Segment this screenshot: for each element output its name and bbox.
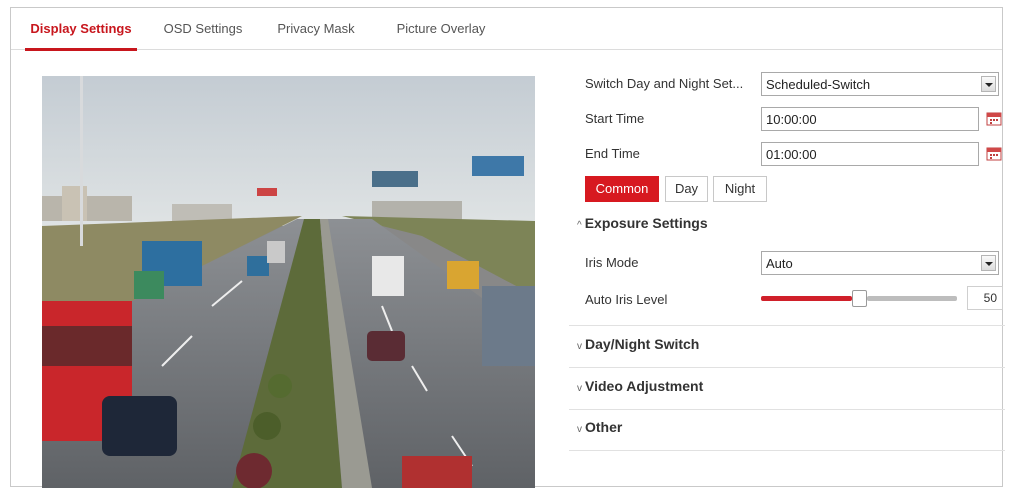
chevron-down-icon: v [577, 424, 582, 435]
start-time-row: Start Time 10:00:00 [585, 107, 1005, 133]
slider-empty-track [867, 296, 957, 301]
switch-day-night-value: Scheduled-Switch [766, 77, 871, 92]
slider-handle[interactable] [852, 290, 867, 307]
calendar-icon[interactable] [986, 110, 1002, 126]
tab-osd-settings[interactable]: OSD Settings [161, 8, 245, 50]
chevron-down-icon [981, 255, 996, 271]
start-time-label: Start Time [585, 111, 645, 126]
other-header[interactable]: v Other [577, 419, 622, 439]
switch-day-night-select[interactable]: Scheduled-Switch [761, 72, 999, 96]
live-video-feed [42, 76, 535, 488]
highway-scene-image [42, 76, 535, 488]
chevron-up-icon: ^ [577, 220, 582, 231]
switch-day-night-label: Switch Day and Night Set... [585, 76, 744, 91]
end-time-value: 01:00:00 [766, 147, 817, 162]
iris-mode-value: Auto [766, 256, 793, 271]
slider-filled-track [761, 296, 852, 301]
exposure-settings-header[interactable]: ^ Exposure Settings [577, 215, 708, 235]
video-adjustment-header[interactable]: v Video Adjustment [577, 378, 703, 398]
start-time-value: 10:00:00 [766, 112, 817, 127]
tab-picture-overlay[interactable]: Picture Overlay [391, 8, 491, 50]
divider [569, 367, 1005, 368]
day-night-switch-title: Day/Night Switch [585, 336, 700, 352]
start-time-input[interactable]: 10:00:00 [761, 107, 979, 131]
day-mode-button[interactable]: Day [665, 176, 708, 202]
tab-bar: Display Settings OSD Settings Privacy Ma… [11, 8, 1002, 51]
night-mode-button[interactable]: Night [713, 176, 767, 202]
auto-iris-level-slider[interactable] [761, 286, 957, 312]
mode-button-group: Common Day Night [585, 176, 785, 202]
iris-mode-select[interactable]: Auto [761, 251, 999, 275]
tab-display-settings[interactable]: Display Settings [25, 8, 137, 51]
auto-iris-level-label: Auto Iris Level [585, 292, 668, 307]
other-title: Other [585, 419, 623, 435]
chevron-down-icon: v [577, 383, 582, 394]
video-adjustment-title: Video Adjustment [585, 378, 704, 394]
divider [569, 409, 1005, 410]
end-time-label: End Time [585, 146, 640, 161]
end-time-input[interactable]: 01:00:00 [761, 142, 979, 166]
auto-iris-level-row: Auto Iris Level 50 [585, 286, 1005, 312]
chevron-down-icon [981, 76, 996, 92]
end-time-row: End Time 01:00:00 [585, 142, 1005, 168]
display-settings-page: Display Settings OSD Settings Privacy Ma… [10, 7, 1005, 488]
chevron-down-icon: v [577, 341, 582, 352]
image-settings-panel: Switch Day and Night Set... Scheduled-Sw… [569, 66, 1005, 486]
divider [569, 450, 1005, 451]
calendar-icon[interactable] [986, 145, 1002, 161]
day-night-switch-header[interactable]: v Day/Night Switch [577, 336, 699, 356]
exposure-settings-title: Exposure Settings [584, 215, 708, 231]
common-mode-button[interactable]: Common [585, 176, 659, 202]
iris-mode-row: Iris Mode Auto [585, 251, 1005, 277]
auto-iris-level-value[interactable]: 50 [967, 286, 1003, 310]
iris-mode-label: Iris Mode [585, 255, 639, 270]
tab-privacy-mask[interactable]: Privacy Mask [275, 8, 357, 50]
switch-day-night-row: Switch Day and Night Set... Scheduled-Sw… [585, 72, 1005, 98]
divider [569, 325, 1005, 326]
